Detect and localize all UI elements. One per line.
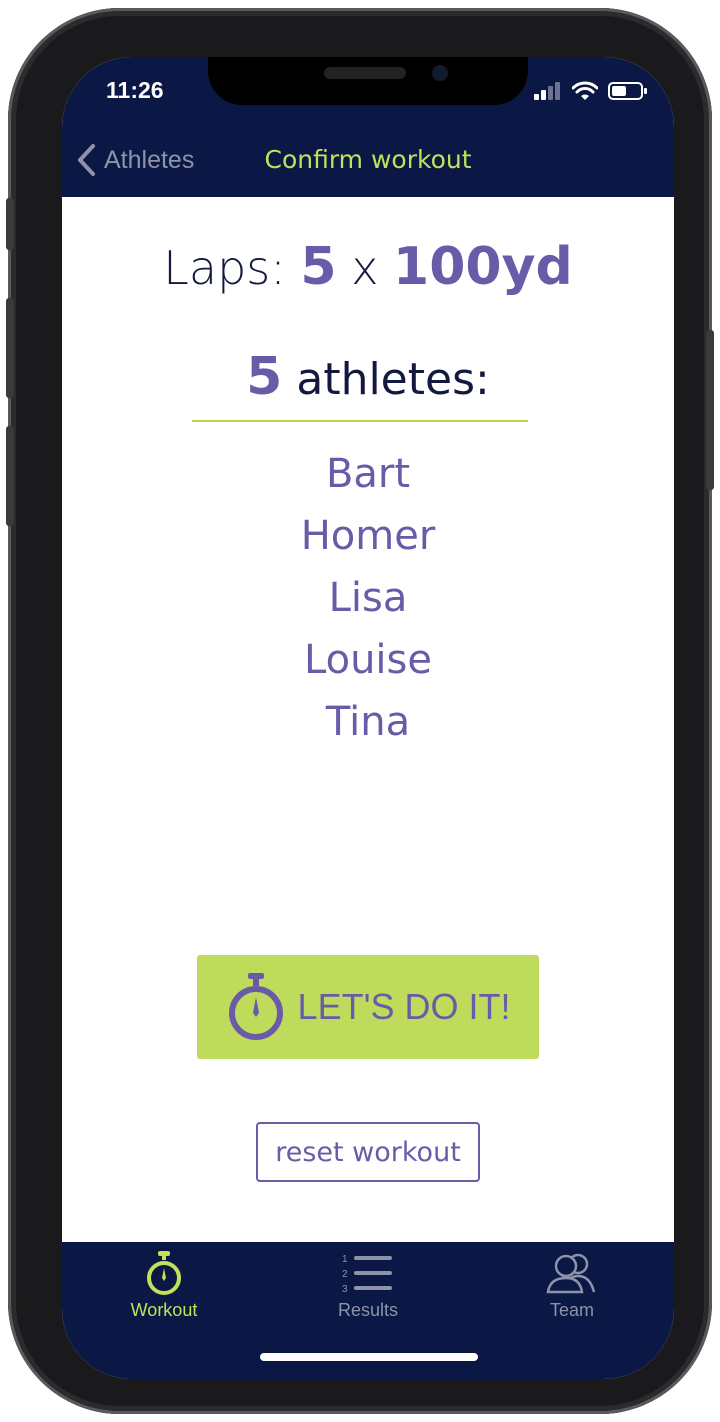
tab-results-label: Results xyxy=(337,1300,399,1320)
laps-label: Laps: xyxy=(163,241,286,295)
athletes-label: athletes: xyxy=(296,354,490,405)
list-item: Tina xyxy=(325,699,411,745)
mute-switch xyxy=(6,198,14,250)
athletes-divider xyxy=(192,420,528,422)
battery-icon xyxy=(608,82,647,100)
screen: 11:26 Athletes Confirm workout Laps: 5 x… xyxy=(62,57,674,1379)
phone-frame: 11:26 Athletes Confirm workout Laps: 5 x… xyxy=(6,8,714,1414)
status-time: 11:26 xyxy=(106,77,164,103)
speaker-grille xyxy=(324,67,406,79)
stopwatch-icon xyxy=(147,1251,181,1295)
list-item: Homer xyxy=(300,513,436,559)
volume-up-button xyxy=(6,298,14,398)
tab-team-label: Team xyxy=(549,1300,594,1320)
lap-distance: 100yd xyxy=(393,237,573,297)
tab-workout-label: Workout xyxy=(130,1300,198,1320)
status-icons xyxy=(534,81,648,101)
laps-summary: Laps: 5 x 100yd xyxy=(62,237,674,297)
tab-team[interactable]: Team xyxy=(470,1250,674,1321)
list-item: Bart xyxy=(325,451,411,497)
svg-text:3: 3 xyxy=(342,1284,348,1295)
athletes-heading: 5 athletes: xyxy=(62,347,674,407)
page-title: Confirm workout xyxy=(264,145,472,174)
list-item: Louise xyxy=(304,637,432,683)
svg-text:2: 2 xyxy=(342,1269,348,1280)
team-icon xyxy=(546,1253,596,1294)
list-item: Lisa xyxy=(328,575,408,621)
laps-times: x xyxy=(351,241,379,295)
svg-text:1: 1 xyxy=(342,1254,348,1265)
start-workout-label: LET'S DO IT! xyxy=(297,986,511,1027)
stopwatch-icon xyxy=(228,973,283,1040)
wifi-icon xyxy=(572,81,598,100)
start-workout-button[interactable]: LET'S DO IT! xyxy=(197,955,539,1059)
tab-results[interactable]: 1 2 3 Results xyxy=(266,1250,470,1321)
volume-down-button xyxy=(6,426,14,526)
notch xyxy=(208,57,528,105)
athlete-list: Bart Homer Lisa Louise Tina xyxy=(62,443,674,753)
laps-count: 5 xyxy=(300,237,337,297)
athlete-count: 5 xyxy=(246,347,283,407)
front-camera xyxy=(432,65,448,81)
home-indicator[interactable] xyxy=(260,1353,478,1361)
cellular-signal-icon xyxy=(534,82,560,100)
reset-workout-button[interactable]: reset workout xyxy=(256,1122,480,1182)
power-button xyxy=(706,330,714,490)
tab-workout[interactable]: Workout xyxy=(62,1250,266,1321)
ranked-list-icon: 1 2 3 xyxy=(342,1254,392,1295)
